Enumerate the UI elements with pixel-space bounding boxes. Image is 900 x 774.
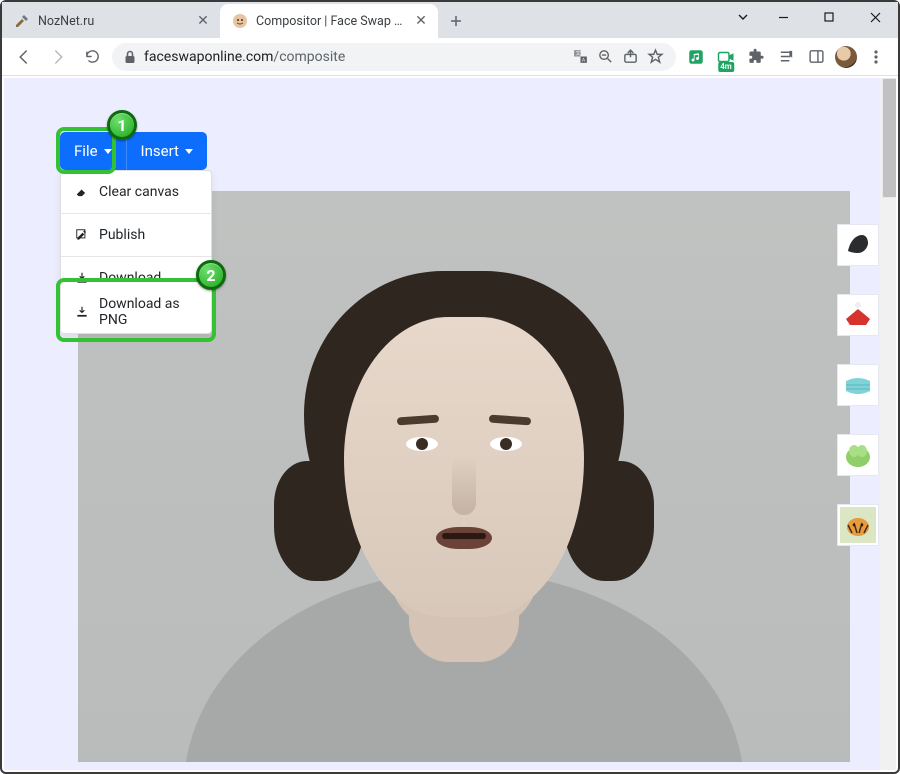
insert-menu-label: Insert	[141, 142, 179, 160]
dd-label: Publish	[99, 227, 145, 243]
zoom-out-icon[interactable]	[597, 48, 614, 65]
asset-thumbnail[interactable]	[837, 364, 879, 406]
badge-4m: 4m	[718, 62, 734, 72]
reload-button[interactable]	[78, 43, 106, 71]
svg-text:文: 文	[576, 50, 581, 57]
annotation-badge-2: 2	[196, 260, 226, 290]
browser-toolbar: faceswaponline.com/composite 文A 4m	[2, 38, 898, 76]
asset-thumbnail[interactable]	[837, 434, 879, 476]
menu-icon[interactable]	[862, 43, 890, 71]
maximize-button[interactable]	[806, 2, 852, 32]
tab-noznet[interactable]: NozNet.ru ✕	[2, 4, 220, 38]
dd-label: Clear canvas	[99, 184, 179, 200]
file-dropdown: Clear canvas Publish Download Download a…	[60, 170, 212, 334]
back-button[interactable]	[10, 43, 38, 71]
new-tab-button[interactable]	[442, 7, 470, 35]
edit-icon	[75, 228, 89, 242]
extension-music-icon[interactable]	[682, 43, 710, 71]
download-item[interactable]: Download	[61, 261, 211, 295]
file-menu-label: File	[74, 142, 98, 160]
lock-icon	[124, 50, 136, 64]
asset-thumbnail[interactable]	[837, 504, 879, 546]
dd-label: Download	[99, 270, 161, 286]
asset-thumbnail[interactable]	[837, 294, 879, 336]
publish-item[interactable]: Publish	[61, 218, 211, 252]
side-panel-icon[interactable]	[802, 43, 830, 71]
tab-label: Compositor | Face Swap Online	[256, 14, 406, 29]
share-icon[interactable]	[622, 48, 639, 65]
tab-label: NozNet.ru	[38, 14, 188, 29]
face-favicon-icon	[232, 13, 248, 29]
dd-label: Download as PNG	[99, 296, 197, 328]
download-icon	[75, 305, 89, 319]
eraser-icon	[75, 185, 89, 199]
close-icon[interactable]: ✕	[196, 14, 210, 28]
reading-list-icon[interactable]	[772, 43, 800, 71]
translate-icon[interactable]: 文A	[572, 48, 589, 65]
separator	[61, 256, 211, 257]
vertical-scrollbar[interactable]	[880, 78, 896, 770]
insert-menu-button[interactable]: Insert	[126, 132, 207, 170]
close-icon[interactable]: ✕	[414, 14, 428, 28]
annotation-badge-1: 1	[107, 110, 137, 140]
profile-avatar[interactable]	[832, 43, 860, 71]
extension-video-icon[interactable]: 4m	[712, 43, 740, 71]
chevron-down-icon[interactable]	[726, 2, 760, 32]
page-viewport: File Insert Clear canvas Publish Downloa…	[4, 78, 896, 770]
separator	[61, 213, 211, 214]
browser-titlebar: NozNet.ru ✕ Compositor | Face Swap Onlin…	[2, 2, 898, 38]
tab-compositor[interactable]: Compositor | Face Swap Online ✕	[220, 4, 438, 38]
caret-down-icon	[185, 149, 193, 154]
close-window-button[interactable]	[852, 2, 898, 32]
window-controls	[726, 2, 898, 32]
wrench-screwdriver-icon	[14, 13, 30, 29]
address-bar[interactable]: faceswaponline.com/composite 文A	[112, 43, 676, 71]
caret-down-icon	[104, 149, 112, 154]
minimize-button[interactable]	[760, 2, 806, 32]
asset-thumbnail-list	[837, 224, 879, 546]
app-menubar: File Insert Clear canvas Publish Downloa…	[60, 132, 207, 170]
forward-button[interactable]	[44, 43, 72, 71]
url-text: faceswaponline.com/composite	[144, 49, 564, 65]
extensions-icon[interactable]	[742, 43, 770, 71]
download-icon	[75, 271, 89, 285]
star-icon[interactable]	[647, 48, 664, 65]
clear-canvas-item[interactable]: Clear canvas	[61, 175, 211, 209]
scrollbar-thumb[interactable]	[882, 78, 896, 198]
asset-thumbnail[interactable]	[837, 224, 879, 266]
download-png-item[interactable]: Download as PNG	[61, 295, 211, 329]
